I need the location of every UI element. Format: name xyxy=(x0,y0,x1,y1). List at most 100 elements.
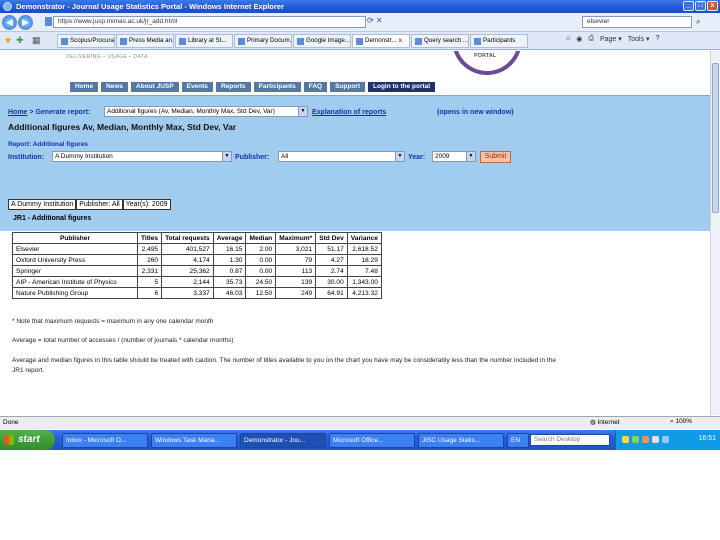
filter-publisher: Publisher: All xyxy=(76,199,123,210)
tab-scopus[interactable]: Scopus/Procura... xyxy=(57,34,115,48)
feeds-icon[interactable]: ◉ xyxy=(576,35,582,43)
submit-button[interactable]: Submit xyxy=(480,151,511,163)
explanation-note: (opens in new window) xyxy=(437,109,514,116)
tab-label: Library at St... xyxy=(188,37,227,44)
table-cell: 3,337 xyxy=(161,287,214,299)
nav-home[interactable]: Home xyxy=(70,82,99,92)
table-cell: 2.00 xyxy=(245,243,277,255)
back-button[interactable]: ◀ xyxy=(2,15,17,30)
tab-label: Scopus/Procura... xyxy=(70,37,115,44)
tab-query-search[interactable]: Query search ... xyxy=(411,34,469,48)
publisher-label: Publisher: xyxy=(235,154,270,161)
refresh-stop-buttons[interactable]: ⟳ ✕ xyxy=(367,16,407,28)
search-input[interactable]: elsevier xyxy=(582,16,692,28)
report-type-select[interactable]: Additional figures (Av, Median, Monthly … xyxy=(104,106,308,117)
minimize-button[interactable]: _ xyxy=(683,1,694,11)
taskbar-item-task-manager[interactable]: Windows Task Mana... xyxy=(151,433,237,448)
tray-icon[interactable] xyxy=(632,436,639,443)
taskbar-item-demonstrator[interactable]: Demonstrator - Jou... xyxy=(240,433,326,448)
forward-button[interactable]: ▶ xyxy=(18,15,33,30)
start-button[interactable]: start xyxy=(0,430,55,450)
report-heading: Additional figures Av, Median, Monthly M… xyxy=(8,122,237,132)
zoom-level[interactable]: ⌕ 100% xyxy=(670,418,692,426)
table-header-row: Publisher Titles Total requests Average … xyxy=(12,232,382,244)
tab-press-media[interactable]: Press Media an... xyxy=(116,34,174,48)
search-icon[interactable]: ⌕ xyxy=(696,16,708,28)
publisher-value: All xyxy=(281,153,289,160)
table-row: Springer 2,331 25,362 0.87 0.00 113 2.74… xyxy=(12,265,382,277)
tray-icon[interactable] xyxy=(642,436,649,443)
column-header: Median xyxy=(245,232,277,244)
table-cell: 139 xyxy=(275,276,317,288)
web-page: PORTAL DELIVERING • USAGE • DATA Home Ne… xyxy=(0,51,710,415)
table-cell: 0.00 xyxy=(245,254,277,266)
taskbar-item-office[interactable]: Microsoft Office... xyxy=(329,433,415,448)
taskbar-item-inbox[interactable]: Inbox - Microsoft O... xyxy=(62,433,148,448)
table-cell: 2,144 xyxy=(161,276,214,288)
help-icon[interactable]: ? xyxy=(656,35,660,43)
home-icon[interactable]: ⌂ xyxy=(566,35,570,43)
taskbar-item-jisc[interactable]: JISC Usage Statis... xyxy=(418,433,504,448)
nav-news[interactable]: News xyxy=(101,82,129,92)
browser-tabs: Scopus/Procura... Press Media an... Libr… xyxy=(57,34,528,48)
nav-events[interactable]: Events xyxy=(181,82,213,92)
table-cell: 113 xyxy=(275,265,317,277)
tray-icon[interactable] xyxy=(622,436,629,443)
table-row: AIP - American Institute of Physics 5 2,… xyxy=(12,276,382,288)
nav-support[interactable]: Support xyxy=(330,82,366,92)
nav-faq[interactable]: FAQ xyxy=(303,82,328,92)
table-cell: 3,021 xyxy=(275,243,317,255)
table-cell: 0.00 xyxy=(245,265,277,277)
nav-login[interactable]: Login to the portal xyxy=(368,82,436,92)
tab-participants[interactable]: Participants xyxy=(470,34,528,48)
table-cell: 46.03 xyxy=(212,287,247,299)
year-select[interactable]: 2009 ▼ xyxy=(432,151,476,162)
site-header: PORTAL DELIVERING • USAGE • DATA xyxy=(0,51,710,80)
table-cell: 2,331 xyxy=(136,265,163,277)
publisher-select[interactable]: All ▼ xyxy=(278,151,405,162)
url-field[interactable]: https://www.jusp.mimas.ac.uk/jr_add.html xyxy=(53,16,366,28)
column-header: Variance xyxy=(346,232,382,244)
nav-about[interactable]: About JUSP xyxy=(131,82,179,92)
logo-text: PORTAL xyxy=(474,53,497,59)
table-cell: 35.73 xyxy=(212,276,247,288)
table-cell: 401,527 xyxy=(161,243,214,255)
page-icon xyxy=(179,37,186,45)
close-tab-icon[interactable]: x xyxy=(399,35,402,47)
tray-icon[interactable] xyxy=(652,436,659,443)
close-button[interactable]: x xyxy=(707,1,718,11)
tab-primary-docs[interactable]: Primary Docum... xyxy=(234,34,292,48)
table-cell: 79 xyxy=(275,254,317,266)
table-cell: AIP - American Institute of Physics xyxy=(12,276,138,288)
institution-select[interactable]: A Dummy Institution ▼ xyxy=(52,151,232,162)
desktop-search-input[interactable]: Search Desktop xyxy=(530,434,610,446)
chevron-down-icon: ▼ xyxy=(298,107,307,116)
page-icon xyxy=(45,17,52,26)
tab-demonstrator[interactable]: Demonstr... x xyxy=(352,34,410,48)
language-indicator[interactable]: EN xyxy=(507,433,529,448)
tab-library[interactable]: Library at St... xyxy=(175,34,233,48)
tools-menu[interactable]: Tools ▾ xyxy=(628,35,650,43)
screen: Demonstrator - Journal Usage Statistics … xyxy=(0,0,720,455)
favorites-star-icon[interactable]: ★ xyxy=(4,35,12,46)
tab-list-icon[interactable]: ▦ xyxy=(32,35,41,46)
scrollbar-thumb[interactable] xyxy=(712,63,719,213)
tab-label: Query search ... xyxy=(424,37,469,44)
page-menu[interactable]: Page ▾ xyxy=(600,35,622,43)
table-cell: Springer xyxy=(12,265,138,277)
add-favorites-icon[interactable]: ✚ xyxy=(16,35,24,46)
tray-icon[interactable] xyxy=(662,436,669,443)
print-icon[interactable]: ⎙ xyxy=(588,35,594,43)
status-bar: Done ◍ Internet ⌕ 100% xyxy=(0,416,720,429)
table-row: Elsevier 2,495 401,527 16.15 2.00 3,021 … xyxy=(12,243,382,255)
maximize-button[interactable]: □ xyxy=(695,1,706,11)
page-icon xyxy=(61,37,68,45)
table-cell: 12.50 xyxy=(245,287,277,299)
breadcrumb-home-link[interactable]: Home xyxy=(8,109,27,116)
tab-google-images[interactable]: Google Image... xyxy=(293,34,351,48)
nav-participants[interactable]: Participants xyxy=(253,82,301,92)
nav-reports[interactable]: Reports xyxy=(215,82,251,92)
window-title: Demonstrator - Journal Usage Statistics … xyxy=(16,2,284,11)
explanation-link[interactable]: Explanation of reports xyxy=(312,109,386,116)
vertical-scrollbar[interactable] xyxy=(710,51,720,415)
